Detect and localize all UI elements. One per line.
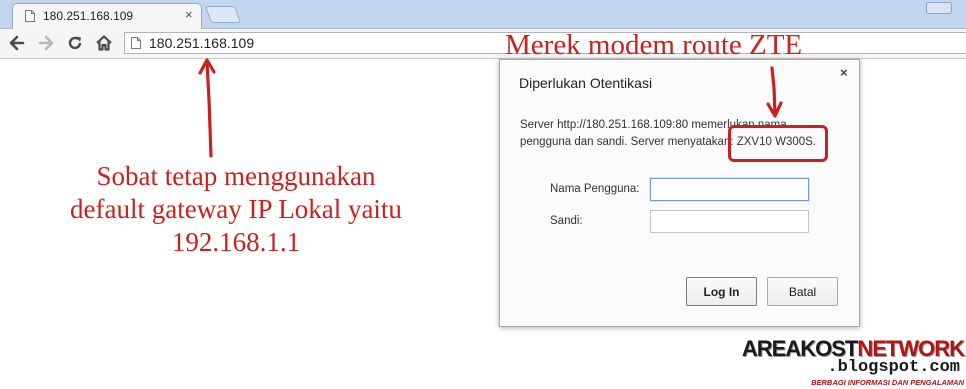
annotation-line: Sobat tetap menggunakan	[96, 161, 376, 191]
arrow-to-url	[198, 58, 216, 158]
annotation-line: 192.168.1.1	[171, 227, 301, 257]
annotation-line: default gateway IP Lokal yaitu	[70, 194, 402, 224]
arrow-to-model	[766, 66, 783, 118]
modem-brand-annotation: Merek modem route ZTE	[505, 29, 803, 61]
watermark-tagline: BERBAGI INFORMASI DAN PENGALAMAN	[811, 378, 964, 387]
watermark-logo: AREAKOSTNETWORK .blogspot.com BERBAGI IN…	[742, 334, 966, 389]
gateway-annotation: Sobat tetap menggunakan default gateway …	[0, 160, 472, 259]
watermark-site: .blogspot.com	[827, 358, 960, 377]
